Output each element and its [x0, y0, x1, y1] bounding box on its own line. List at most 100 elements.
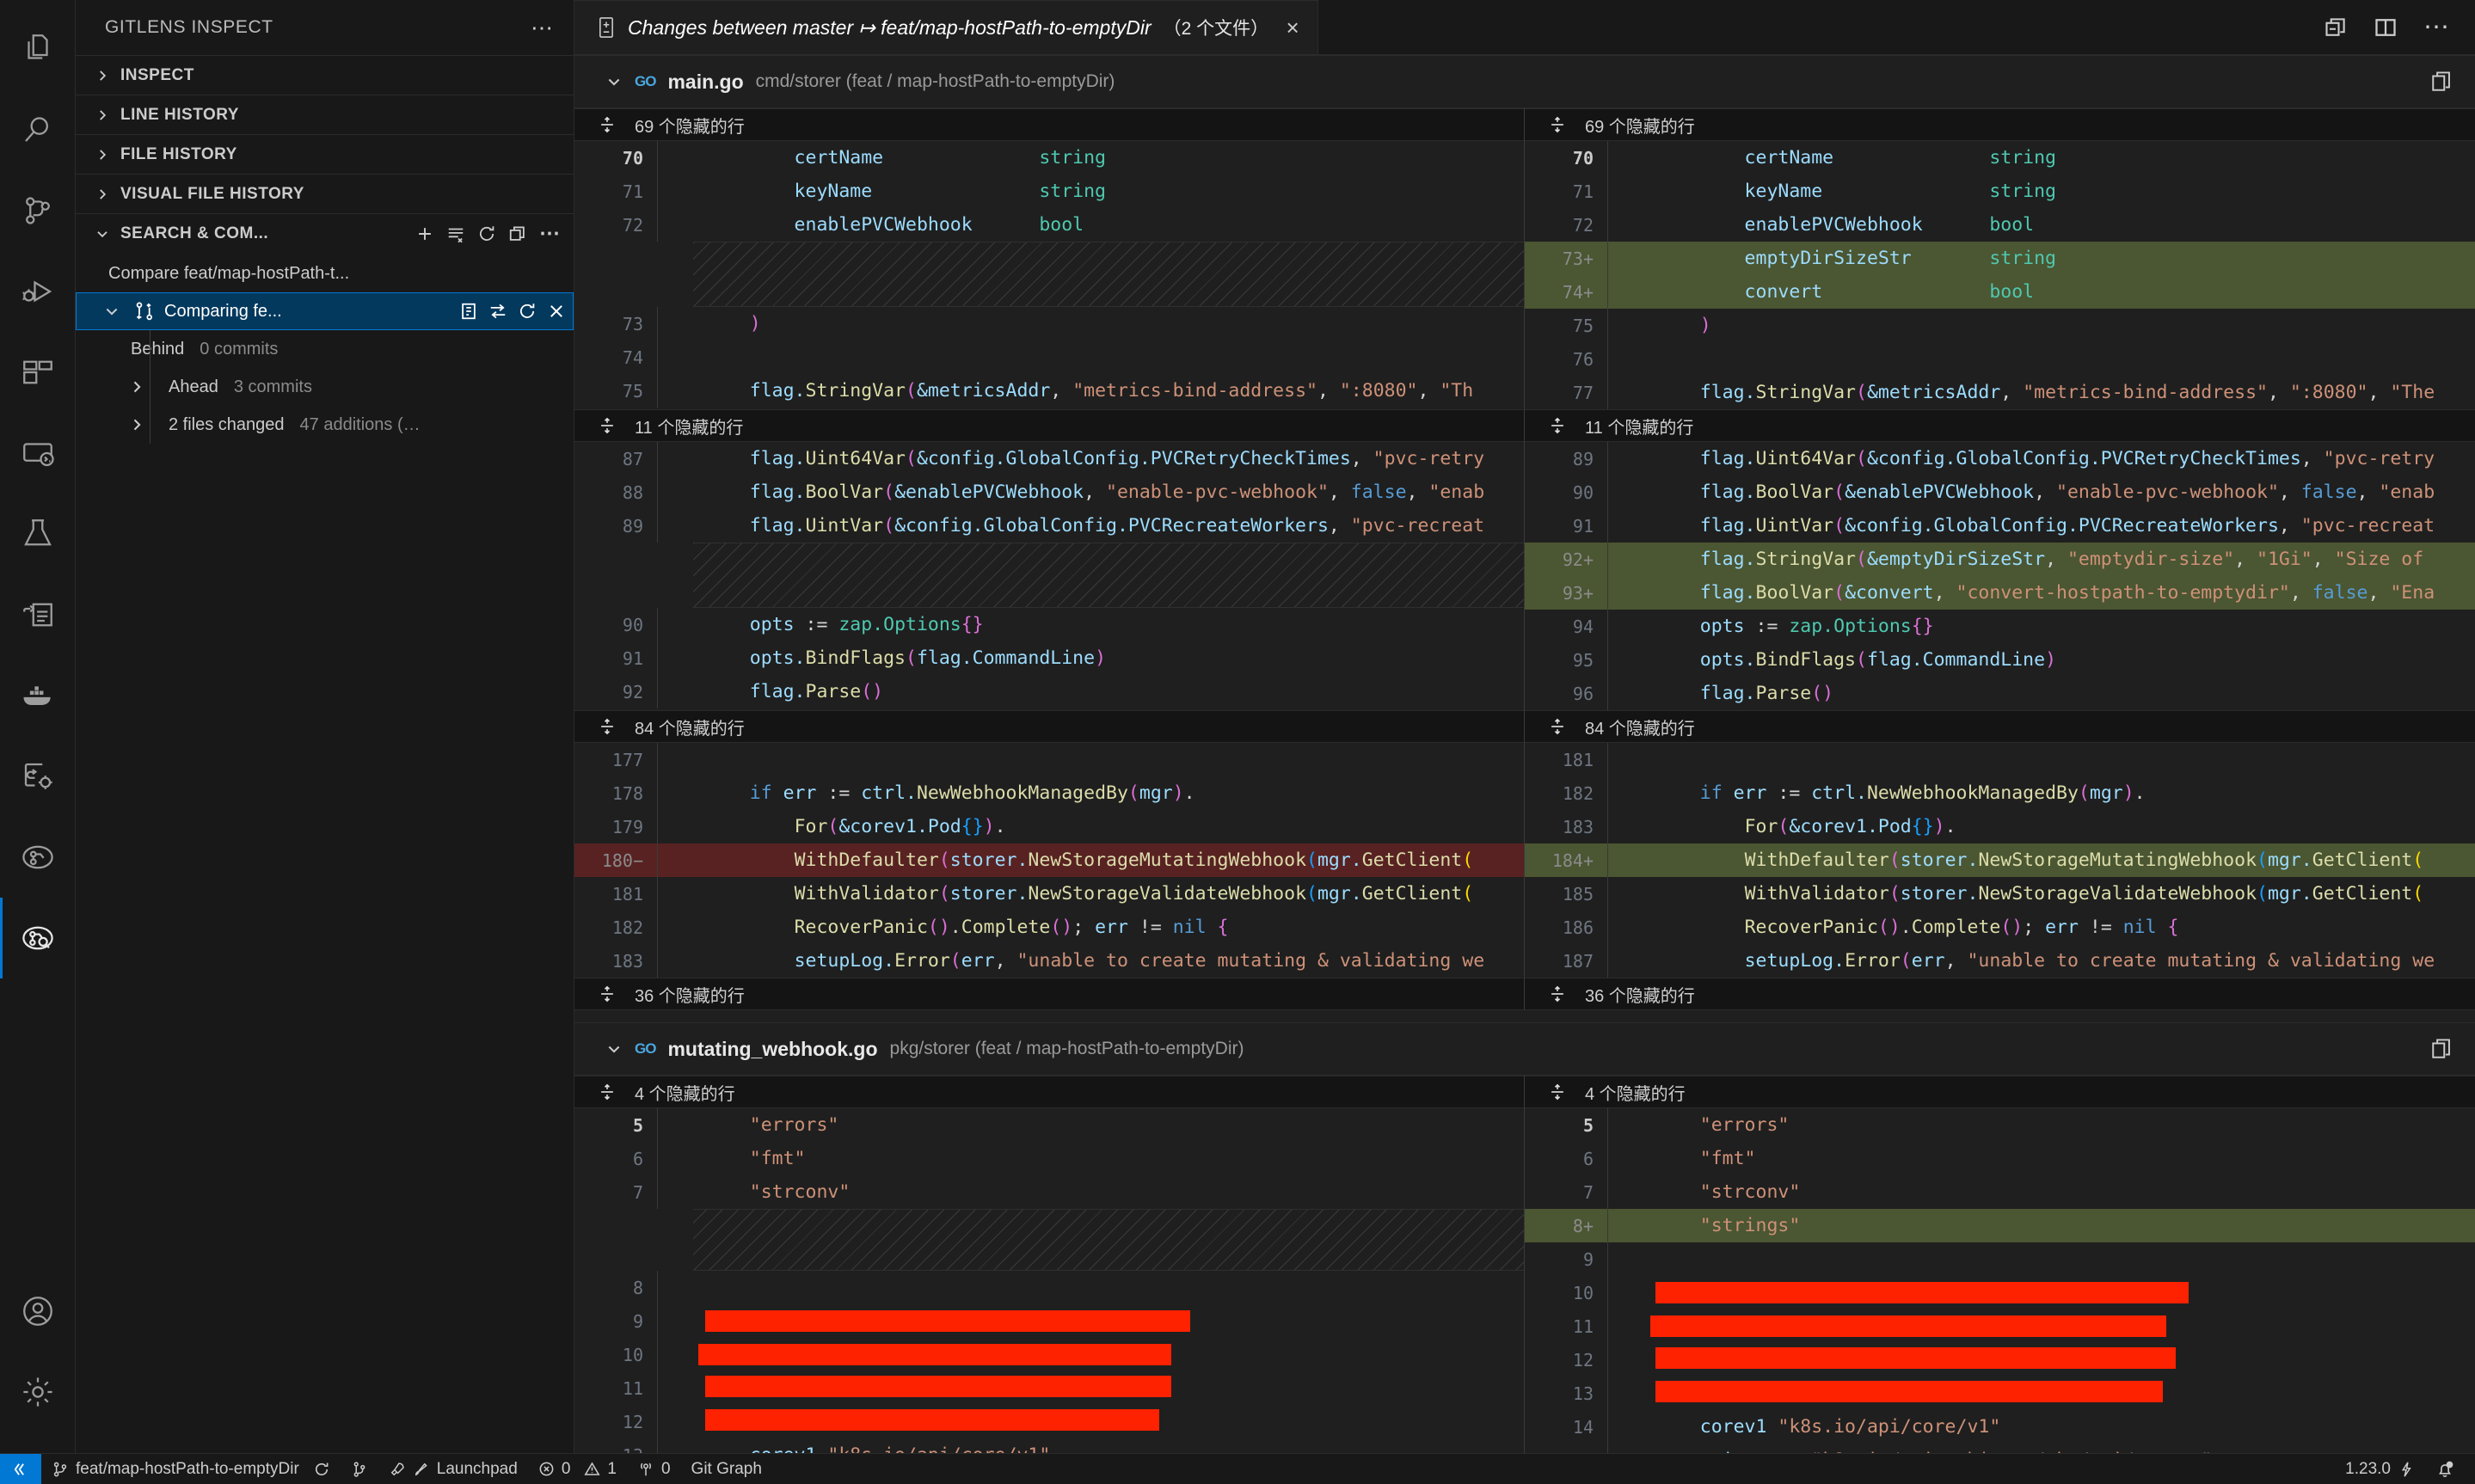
fold-bar-trailing[interactable]: 36 个隐藏的行 — [1525, 978, 2475, 1010]
unfold-icon[interactable] — [1549, 718, 1566, 735]
gitlens-icon[interactable] — [0, 817, 76, 898]
status-bar: feat/map-hostPath-to-emptyDir Launchpad … — [0, 1453, 2475, 1484]
open-changes-icon[interactable] — [2430, 1038, 2453, 1060]
file-header-main-go[interactable]: GO main.go cmd/storer (feat / map-hostPa… — [574, 55, 2475, 108]
extensions-icon[interactable] — [0, 332, 76, 413]
gear-icon[interactable] — [0, 1352, 76, 1432]
tree-row-compare-root[interactable]: Compare feat/map-hostPath-t... — [76, 254, 574, 292]
sidebar-section-visual-file-history[interactable]: VISUAL FILE HISTORY — [76, 174, 574, 213]
unfold-icon[interactable] — [1549, 417, 1566, 434]
tab-bar: Changes between master ↦ feat/map-hostPa… — [574, 0, 2475, 55]
refresh-icon[interactable] — [477, 224, 496, 243]
pane-right: 11 个隐藏的行 89 flag.Uint64Var(&config.Globa… — [1525, 409, 2475, 710]
file-header-mutating-webhook-go[interactable]: GO mutating_webhook.go pkg/storer (feat … — [574, 1022, 2475, 1076]
section-label: VISUAL FILE HISTORY — [120, 184, 304, 203]
explorer-icon[interactable] — [0, 9, 76, 89]
fold-bar[interactable]: 11 个隐藏的行 — [574, 409, 1524, 442]
sidebar-section-line-history[interactable]: LINE HISTORY — [76, 95, 574, 134]
compare-tree: Compare feat/map-hostPath-t... Comparing… — [76, 253, 574, 444]
pane-left: 11 个隐藏的行 87 flag.Uint64Var(&config.Globa… — [574, 409, 1525, 710]
gitlens-inspect-icon[interactable] — [0, 898, 76, 978]
status-launchpad[interactable]: Launchpad — [378, 1454, 528, 1484]
chevron-down-icon[interactable] — [99, 303, 125, 320]
tree-label: 2 files changed — [169, 414, 285, 434]
fold-bar-trailing[interactable]: 36 个隐藏的行 — [574, 978, 1524, 1010]
docker-whale-icon[interactable] — [0, 655, 76, 736]
unfold-icon[interactable] — [599, 417, 616, 434]
unfold-icon[interactable] — [599, 718, 616, 735]
section-actions: ⋯ — [415, 223, 562, 243]
unfold-icon[interactable] — [599, 1083, 616, 1101]
fold-bar[interactable]: 4 个隐藏的行 — [1525, 1076, 2475, 1108]
open-changes-icon[interactable] — [2430, 71, 2453, 93]
tab-changes-between[interactable]: Changes between master ↦ feat/map-hostPa… — [574, 0, 1319, 54]
collapse-all-icon[interactable] — [508, 224, 527, 243]
code-line-added: 73+ emptyDirSizeStr string — [1525, 242, 2475, 275]
tab-title: Changes between master ↦ feat/map-hostPa… — [628, 15, 1152, 39]
tab-close-icon[interactable]: × — [1286, 15, 1299, 41]
code-line: 70 certName string — [574, 141, 1524, 175]
chevron-down-icon[interactable] — [605, 73, 623, 90]
status-problems[interactable]: 0 1 — [528, 1454, 627, 1484]
status-version[interactable]: 1.23.0 — [2335, 1454, 2425, 1484]
remote-explorer-icon[interactable] — [0, 413, 76, 494]
tree-row-behind[interactable]: Behind 0 commits — [76, 330, 574, 368]
fold-bar[interactable]: 84 个隐藏的行 — [1525, 710, 2475, 743]
tree-row-comparing[interactable]: Comparing fe... — [76, 292, 574, 330]
search-icon[interactable] — [0, 89, 76, 170]
fold-bar[interactable]: 11 个隐藏的行 — [1525, 409, 2475, 442]
code-line: 90 opts := zap.Options{} — [574, 608, 1524, 641]
refresh-icon[interactable] — [518, 302, 537, 321]
status-git-stash[interactable] — [341, 1454, 378, 1484]
source-control-icon[interactable] — [0, 170, 76, 251]
status-notifications[interactable] — [2425, 1454, 2475, 1484]
sidebar-more-icon[interactable]: ⋯ — [531, 15, 555, 41]
run-and-debug-icon[interactable] — [0, 251, 76, 332]
chevron-down-icon[interactable] — [605, 1040, 623, 1058]
open-comparison-icon[interactable] — [459, 302, 478, 321]
swap-comparison-icon[interactable] — [488, 302, 507, 321]
pane-right: 69 个隐藏的行 70 certName string 71 keyName s… — [1525, 108, 2475, 409]
remote-window-button[interactable] — [0, 1453, 41, 1484]
split-editor-right-icon[interactable] — [2374, 15, 2398, 40]
code-line: 182 RecoverPanic().Complete(); err != ni… — [574, 911, 1524, 944]
unfold-icon[interactable] — [1549, 1083, 1566, 1101]
sidebar-section-inspect[interactable]: INSPECT — [76, 55, 574, 95]
close-icon[interactable] — [547, 302, 566, 321]
diff-file-icon — [597, 16, 616, 39]
fold-bar[interactable]: 84 个隐藏的行 — [574, 710, 1524, 743]
more-actions-icon[interactable]: ⋯ — [2423, 14, 2451, 40]
unfold-icon[interactable] — [599, 985, 616, 1003]
status-ports[interactable]: 0 — [627, 1454, 681, 1484]
code-line-redacted: 10 — [574, 1338, 1524, 1371]
unfold-icon[interactable] — [1549, 985, 1566, 1003]
chevron-right-icon[interactable] — [124, 416, 150, 433]
tree-row-ahead[interactable]: Ahead 3 commits — [76, 368, 574, 406]
sidebar-section-search-and-compare[interactable]: SEARCH & COM... ⋯ — [76, 213, 574, 253]
status-branch[interactable]: feat/map-hostPath-to-emptyDir — [41, 1454, 341, 1484]
tree-label: Behind — [131, 339, 185, 359]
sidebar-section-file-history[interactable]: FILE HISTORY — [76, 134, 574, 174]
kubernetes-icon[interactable] — [0, 736, 76, 817]
fold-bar[interactable]: 69 个隐藏的行 — [574, 108, 1524, 141]
fold-bar[interactable]: 4 个隐藏的行 — [574, 1076, 1524, 1108]
unfold-icon[interactable] — [599, 116, 616, 133]
fold-bar[interactable]: 69 个隐藏的行 — [1525, 108, 2475, 141]
hunk-1: 69 个隐藏的行 70 certName string 71 keyName s… — [574, 108, 2475, 409]
clear-list-icon[interactable] — [446, 224, 465, 243]
code-line: 14 corev1 "k8s.io/api/core/v1" — [1525, 1410, 2475, 1444]
status-bar-right: 1.23.0 — [2335, 1454, 2475, 1484]
todo-checklist-icon[interactable] — [0, 574, 76, 655]
chevron-right-icon[interactable] — [124, 378, 150, 396]
status-git-graph[interactable]: Git Graph — [681, 1454, 772, 1484]
vscode-window: GITLENS INSPECT ⋯ INSPECT LINE HISTORY F… — [0, 0, 2475, 1484]
code-line: 181 WithValidator(storer.NewStorageValid… — [574, 877, 1524, 911]
account-icon[interactable] — [0, 1271, 76, 1352]
testing-beaker-icon[interactable] — [0, 494, 76, 574]
unfold-icon[interactable] — [1549, 116, 1566, 133]
sync-icon[interactable] — [313, 1461, 330, 1478]
split-editor-down-icon[interactable] — [2324, 15, 2348, 40]
code-line: 88 flag.BoolVar(&enablePVCWebhook, "enab… — [574, 475, 1524, 509]
add-icon[interactable] — [415, 224, 434, 243]
tree-row-files-changed[interactable]: 2 files changed 47 additions (… — [76, 406, 574, 444]
